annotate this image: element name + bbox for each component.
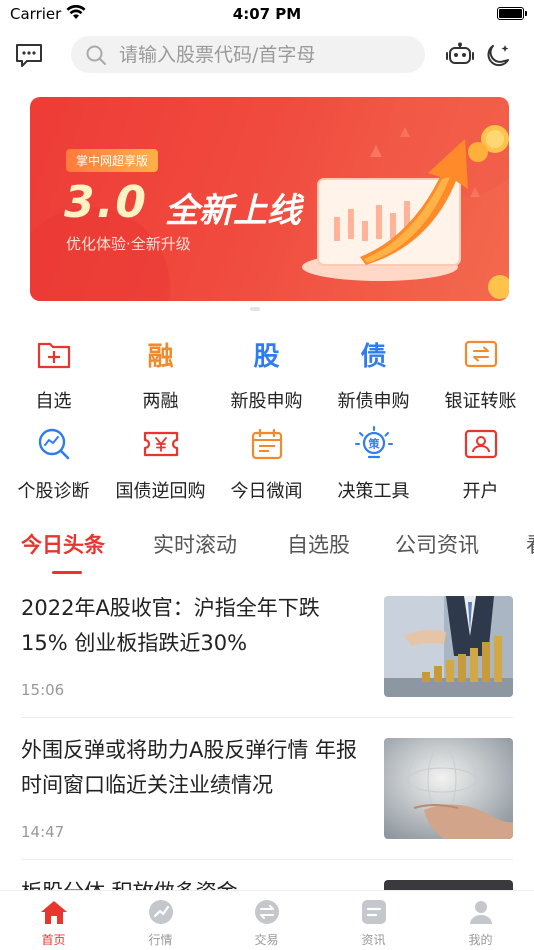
tabbar-label: 我的 (468, 933, 493, 947)
top-bar (0, 30, 534, 80)
market-icon (148, 900, 173, 924)
status-bar: Carrier 4:07 PM (0, 0, 534, 30)
grid-item-stock-diagnosis[interactable]: 个股诊断 (0, 425, 107, 503)
grid-item-bank-transfer[interactable]: 银证转账 (427, 335, 534, 413)
bulb-icon: 策 (354, 426, 393, 459)
search-box[interactable] (71, 36, 425, 73)
grid-label: 国债逆回购 (115, 481, 206, 502)
divider (21, 859, 513, 860)
grid-label: 新债申购 (337, 391, 410, 412)
tabbar-profile[interactable]: 我的 (427, 897, 534, 948)
tabbar-label: 首页 (41, 933, 66, 947)
grid-item-decision-tools[interactable]: 策 决策工具 (320, 425, 427, 503)
grid-item-open-account[interactable]: 开户 (427, 425, 534, 503)
grid-item-ipo-subscribe[interactable]: 股 新股申购 (213, 335, 320, 413)
news-item[interactable]: 2022年A股收官：沪指全年下跌15% 创业板指跌近30% 15:06 (21, 591, 513, 734)
grid-item-bond-subscribe[interactable]: 债 新债申购 (320, 335, 427, 413)
grid-label: 决策工具 (337, 481, 410, 502)
tab-watchlist-stocks[interactable]: 自选股 (287, 529, 350, 559)
tabbar-news[interactable]: 资讯 (320, 897, 427, 948)
tab-more[interactable]: 看 (526, 529, 534, 559)
banner-page-indicator (250, 307, 260, 311)
divider (21, 717, 513, 718)
news-tabs: 今日头条 实时滚动 自选股 公司资讯 看 (0, 525, 534, 575)
active-tab-indicator (52, 571, 82, 574)
news-icon (361, 900, 386, 924)
business-coins-photo (384, 596, 513, 697)
news-time: 14:47 (21, 823, 65, 841)
dark-photo (384, 880, 513, 890)
news-thumbnail (384, 596, 513, 697)
zhai-char-icon: 债 (360, 341, 387, 372)
banner-tag: 掌中网超享版 (66, 149, 159, 172)
tabbar-market[interactable]: 行情 (107, 897, 214, 948)
ticket-yuan-icon (143, 431, 178, 457)
grid-label: 两融 (142, 391, 179, 412)
rising-chart-art (302, 139, 468, 281)
banner-headline: 全新上线 (165, 191, 301, 231)
grid-label: 银证转账 (444, 391, 517, 412)
transfer-icon (464, 340, 497, 368)
news-time: 15:06 (21, 681, 65, 699)
calendar-icon (251, 428, 282, 460)
news-item[interactable]: 外围反弹或将助力A股反弹行情 年报时间窗口临近关注业绩情况 14:47 (21, 733, 513, 876)
news-title: 2022年A股收官：沪指全年下跌15% 创业板指跌近30% (21, 596, 320, 655)
profile-icon (469, 901, 492, 924)
clock: 4:07 PM (232, 5, 302, 23)
promo-banner[interactable]: 掌中网超享版 3.0 全新上线 优化体验·全新升级 (30, 97, 509, 301)
gu-char-icon: 股 (253, 341, 280, 372)
grid-item-watchlist[interactable]: 自选 (0, 335, 107, 413)
tabbar-label: 资讯 (361, 933, 386, 947)
banner-version: 3.0 (64, 177, 148, 228)
hand-globe-photo (384, 738, 513, 839)
tab-headlines[interactable]: 今日头条 (21, 529, 105, 559)
bulb-glyph: 策 (367, 437, 380, 451)
folder-plus-icon (37, 342, 70, 369)
grid-label: 新股申购 (230, 391, 303, 412)
news-item[interactable]: 板股分体 积放做多资金 (21, 875, 513, 890)
tabbar-trade[interactable]: 交易 (213, 897, 320, 948)
rong-char-icon: 融 (147, 341, 174, 372)
tab-company-news[interactable]: 公司资讯 (395, 529, 479, 559)
battery-icon (497, 7, 527, 20)
tabbar-label: 行情 (148, 933, 173, 947)
grid-label: 个股诊断 (17, 481, 90, 502)
grid-item-daily-news[interactable]: 今日微闻 (213, 425, 320, 503)
search-icon (86, 45, 106, 65)
moon-icon[interactable] (485, 42, 513, 70)
news-thumbnail (384, 738, 513, 839)
robot-icon[interactable] (446, 42, 474, 68)
tab-realtime[interactable]: 实时滚动 (153, 529, 237, 559)
grid-item-reverse-repo[interactable]: 国债逆回购 (107, 425, 214, 503)
search-input[interactable] (119, 36, 409, 73)
message-icon[interactable] (14, 42, 44, 68)
news-thumbnail (384, 880, 513, 890)
home-icon (40, 901, 67, 924)
bottom-tab-bar: 首页 行情 交易 资讯 我的 (0, 890, 534, 950)
tabbar-label: 交易 (254, 933, 279, 947)
tabbar-home[interactable]: 首页 (0, 897, 107, 948)
grid-label: 开户 (462, 481, 499, 502)
trade-icon (254, 900, 279, 924)
news-title: 外围反弹或将助力A股反弹行情 年报时间窗口临近关注业绩情况 (21, 738, 358, 797)
grid-label: 自选 (35, 391, 72, 412)
diagnosis-icon (38, 428, 69, 460)
news-title: 板股分体 积放做多资金 (21, 875, 366, 890)
id-card-icon (464, 429, 497, 459)
banner-subtitle: 优化体验·全新升级 (66, 235, 191, 253)
grid-label: 今日微闻 (230, 481, 303, 502)
grid-item-margin[interactable]: 融 两融 (107, 335, 214, 413)
